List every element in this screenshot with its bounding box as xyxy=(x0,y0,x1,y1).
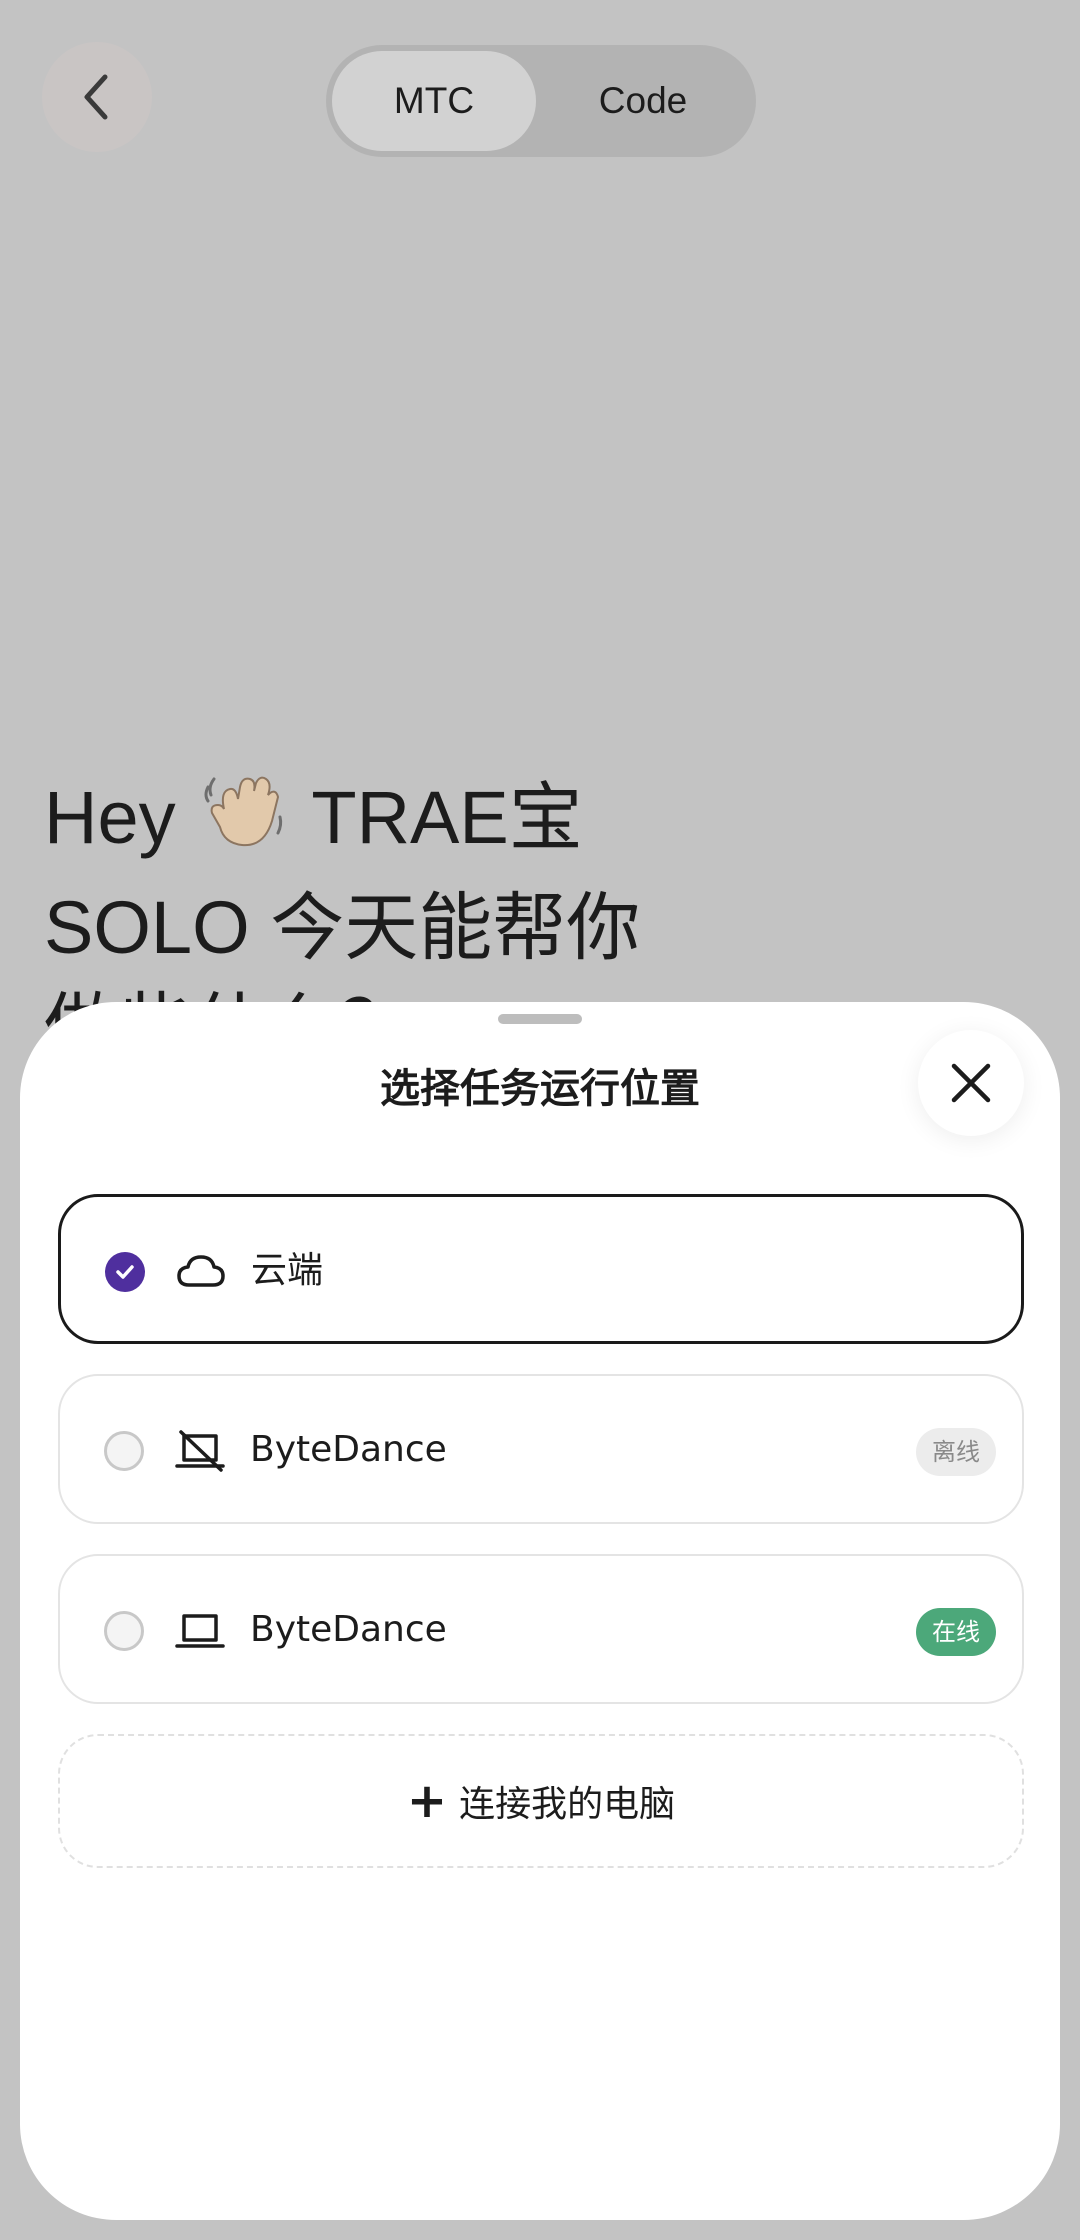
status-badge-online: 在线 xyxy=(916,1608,996,1656)
laptop-icon xyxy=(174,1604,226,1656)
tab-code[interactable]: Code xyxy=(536,51,750,151)
chevron-left-icon xyxy=(84,74,108,120)
greeting-hey: Hey xyxy=(44,776,176,859)
option-bytedance-online[interactable]: ByteDance 在线 xyxy=(58,1554,1024,1704)
radio-selected[interactable] xyxy=(105,1252,145,1292)
greeting-name: TRAE宝 xyxy=(311,776,583,859)
option-bytedance-offline[interactable]: ByteDance 离线 xyxy=(58,1374,1024,1524)
greeting-line-2: SOLO 今天能帮你 xyxy=(44,885,641,969)
sheet-title: 选择任务运行位置 xyxy=(380,1066,700,1112)
sheet-drag-handle[interactable] xyxy=(498,1014,582,1024)
radio-unselected[interactable] xyxy=(104,1611,144,1651)
cloud-icon xyxy=(175,1245,227,1297)
check-icon xyxy=(116,1265,134,1279)
radio-unselected[interactable] xyxy=(104,1431,144,1471)
run-location-sheet: 选择任务运行位置 云端 ByteDance 离线 ByteDance 在线 + … xyxy=(20,1002,1060,2220)
laptop-offline-icon xyxy=(174,1424,226,1476)
tab-mtc[interactable]: MTC xyxy=(332,51,536,151)
close-button[interactable] xyxy=(918,1030,1024,1136)
connect-computer-button[interactable]: + 连接我的电脑 xyxy=(58,1734,1024,1868)
status-badge-offline: 离线 xyxy=(916,1428,996,1476)
close-icon xyxy=(951,1063,991,1103)
connect-label: 连接我的电脑 xyxy=(459,1784,676,1825)
screen: MTC Code Hey TRAE宝 SOLO 今天能帮你 做些什么？ 选择任务… xyxy=(0,0,1080,2240)
option-label: 云端 xyxy=(251,1250,324,1291)
plus-icon: + xyxy=(406,1773,448,1829)
option-label: ByteDance xyxy=(250,1609,447,1650)
mode-switch: MTC Code xyxy=(326,45,756,157)
waving-hand-icon xyxy=(202,769,286,878)
option-label: ByteDance xyxy=(250,1429,447,1470)
option-cloud[interactable]: 云端 xyxy=(58,1194,1024,1344)
greeting-line-1: Hey TRAE宝 xyxy=(44,768,640,878)
back-button[interactable] xyxy=(42,42,152,152)
